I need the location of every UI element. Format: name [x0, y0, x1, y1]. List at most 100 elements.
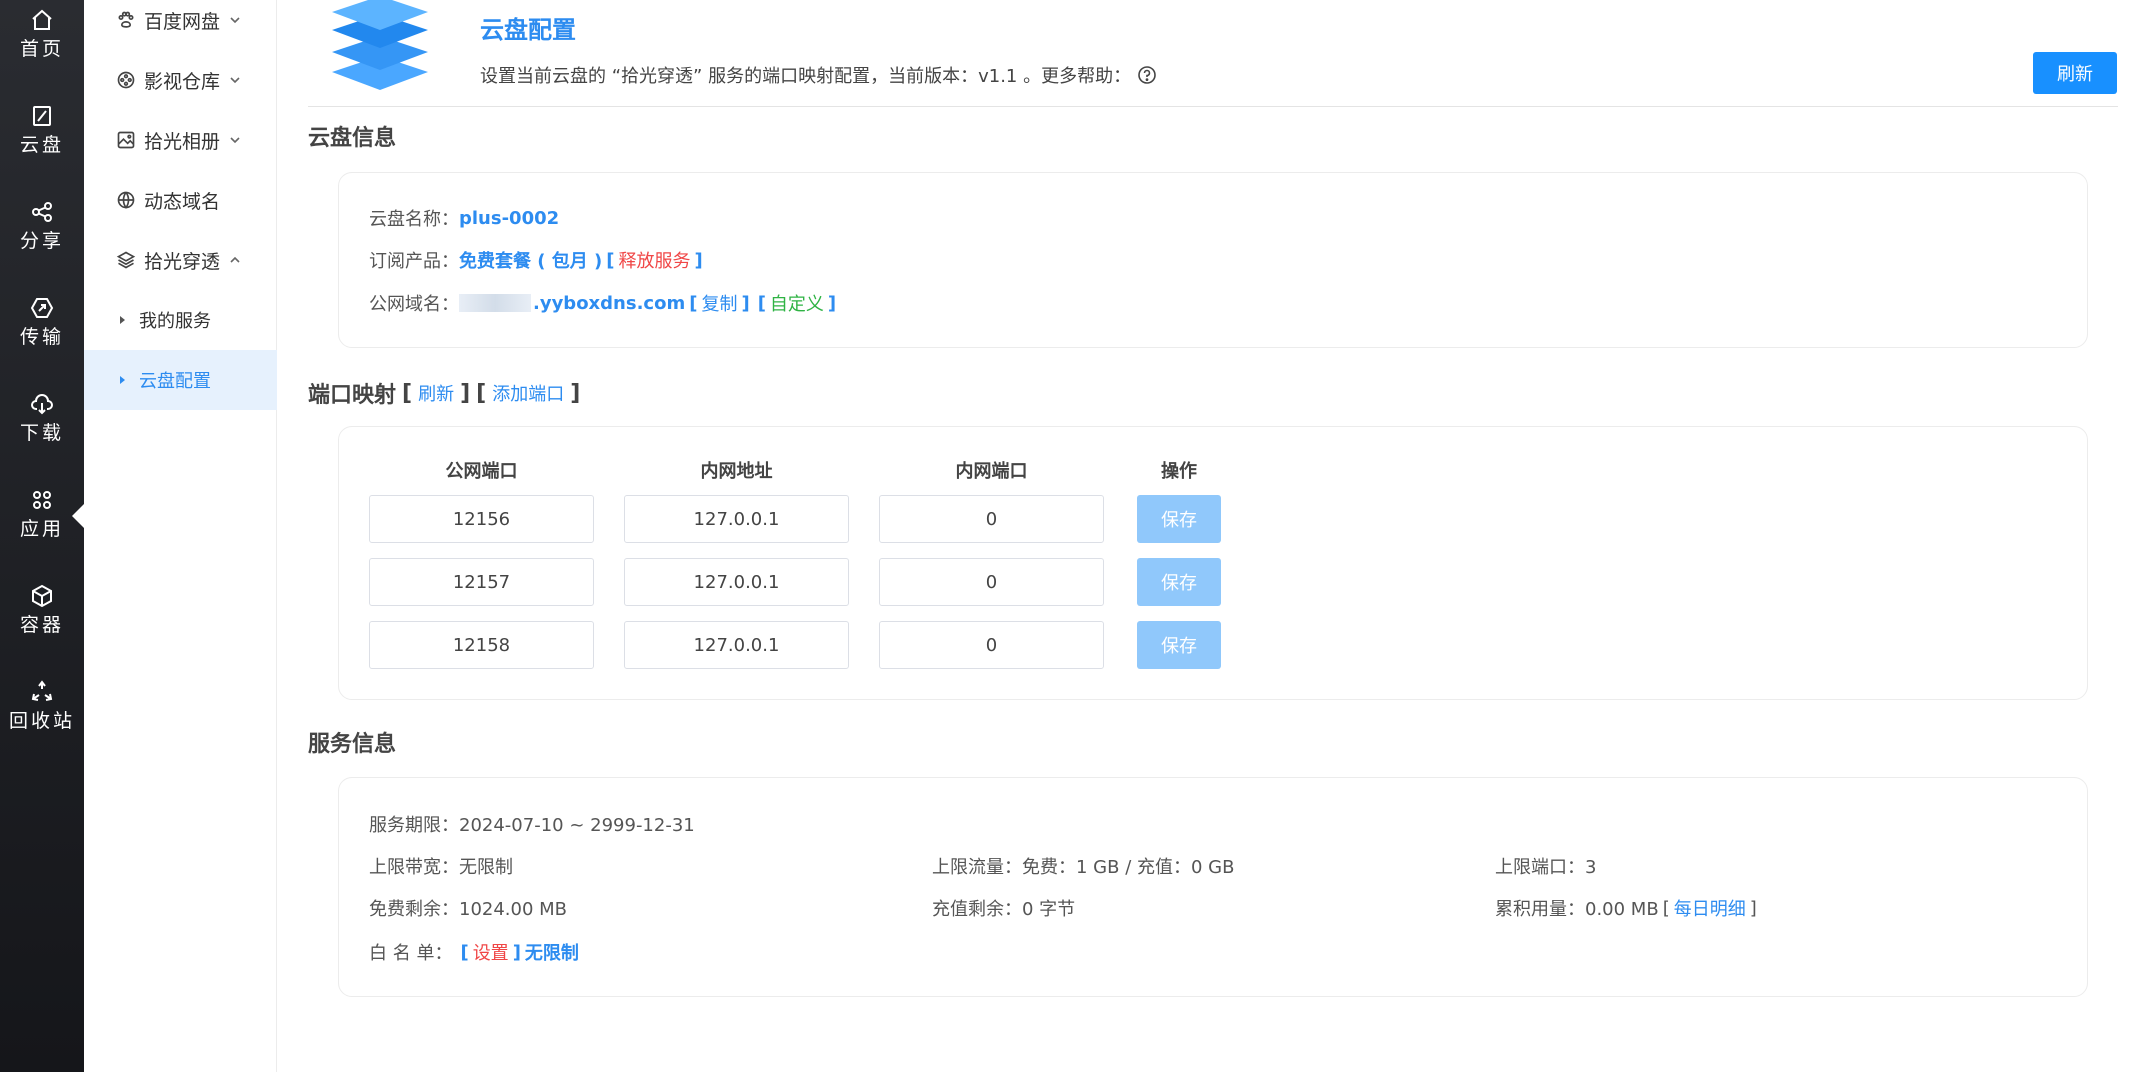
bracket-open: [	[606, 249, 615, 271]
internal-address-input[interactable]	[624, 495, 849, 543]
menu-item-ddns[interactable]: 动态域名	[84, 170, 277, 230]
release-service-link[interactable]: 释放服务	[619, 247, 691, 273]
globe-icon	[117, 191, 135, 209]
chevron-down-icon	[230, 77, 240, 84]
page-description-text: 设置当前云盘的 “拾光穿透” 服务的端口映射配置，当前版本：v1.1 。更多帮助…	[480, 66, 1132, 87]
service-info-card: 服务期限：2024-07-10 ~ 2999-12-31 上限带宽：无限制 上限…	[338, 777, 2088, 997]
submenu-item-my-services[interactable]: 我的服务	[84, 290, 277, 350]
bracket-close: ]	[1749, 897, 1757, 919]
film-reel-icon	[117, 71, 135, 89]
bracket-open: [	[689, 292, 698, 314]
app-rail: 首页 云盘 分享 传输 下载 应用 容器 回收站	[0, 0, 86, 1072]
bracket-open: [	[757, 292, 766, 314]
column-header-public-port: 公网端口	[445, 461, 518, 482]
cloud-name-value: plus-0002	[459, 207, 560, 229]
menu-item-photo-album[interactable]: 拾光相册	[84, 110, 277, 170]
submenu-item-disk-config[interactable]: 云盘配置	[84, 350, 277, 410]
layers-icon	[116, 251, 136, 269]
daily-detail-link[interactable]: 每日明细	[1674, 895, 1746, 921]
internal-address-input[interactable]	[624, 621, 849, 669]
menu-item-film-library[interactable]: 影视仓库	[84, 50, 277, 110]
custom-domain-link[interactable]: 自定义	[770, 290, 824, 316]
menu-item-baidu-netdisk[interactable]: 百度网盘	[84, 0, 277, 50]
rail-label: 分享	[19, 230, 64, 252]
column-header-internal-address: 内网地址	[700, 461, 773, 482]
submenu-item-label: 我的服务	[139, 311, 211, 332]
bracket-open: [	[476, 380, 487, 406]
product-value: 免费套餐 ( 包月 )	[459, 251, 603, 272]
bracket-close: ]	[827, 292, 837, 314]
rail-label: 传输	[19, 326, 64, 348]
internal-port-input[interactable]	[879, 558, 1104, 606]
rail-item-container[interactable]: 容器	[0, 584, 84, 654]
chevron-down-icon	[230, 137, 240, 144]
paid-remaining: 充值剩余：0 字节	[932, 899, 1076, 920]
domain-value: .yyboxdns.com	[533, 292, 686, 314]
menu-item-label: 拾光穿透	[144, 250, 221, 273]
download-icon	[31, 394, 53, 415]
paw-icon	[118, 11, 134, 28]
rail-item-cloud-disk[interactable]: 云盘	[0, 104, 84, 174]
bracket-open: [	[460, 941, 469, 963]
rail-item-download[interactable]: 下载	[0, 392, 84, 462]
product-row: 订阅产品： 免费套餐 ( 包月 ) [ 释放服务 ]	[369, 247, 707, 273]
column-header-internal-port: 内网端口	[955, 461, 1028, 482]
add-port-link[interactable]: 添加端口	[492, 380, 564, 406]
column-header-action: 操作	[1161, 461, 1197, 482]
refresh-button[interactable]: 刷新	[2033, 52, 2117, 94]
image-icon	[117, 131, 135, 149]
cloud-name-row: 云盘名称： plus-0002	[369, 205, 559, 231]
rail-label: 首页	[19, 38, 64, 60]
internal-port-input[interactable]	[879, 621, 1104, 669]
rail-item-share[interactable]: 分享	[0, 200, 84, 270]
bracket-close: ]	[512, 941, 521, 963]
whitelist-set-link[interactable]: 设置	[473, 939, 509, 965]
save-button[interactable]: 保存	[1137, 495, 1221, 543]
internal-address-input[interactable]	[624, 558, 849, 606]
chevron-down-icon	[230, 17, 240, 24]
submenu-item-label: 云盘配置	[139, 371, 211, 392]
copy-link[interactable]: 复制	[701, 290, 737, 316]
section-title-cloud-info: 云盘信息	[308, 126, 397, 151]
menu-item-label: 拾光相册	[144, 130, 221, 153]
section-title-port-mapping: 端口映射 [ 刷新 ] [ 添加端口 ]	[308, 377, 586, 409]
public-port-input[interactable]	[369, 621, 594, 669]
bandwidth-limit: 上限带宽：无限制	[369, 857, 513, 878]
cloud-name-label: 云盘名称：	[369, 209, 459, 230]
recycle-icon	[31, 680, 53, 701]
menu-item-tunnel[interactable]: 拾光穿透	[84, 230, 277, 290]
bullet-icon	[120, 376, 125, 384]
port-mapping-card: 公网端口 内网地址 内网端口 操作 保存 保存 保存	[338, 426, 2088, 700]
transfer-icon	[30, 298, 54, 318]
public-port-input[interactable]	[369, 558, 594, 606]
internal-port-input[interactable]	[879, 495, 1104, 543]
page-description: 设置当前云盘的 “拾光穿透” 服务的端口映射配置，当前版本：v1.1 。更多帮助…	[480, 62, 1157, 88]
bullet-icon	[120, 316, 125, 324]
cumulative-usage-row: 累积用量：0.00 MB [ 每日明细 ]	[1495, 895, 1757, 921]
rail-label: 回收站	[8, 710, 75, 732]
bracket-open: [	[402, 380, 413, 406]
menu-item-label: 影视仓库	[144, 70, 221, 93]
menu-item-label: 百度网盘	[144, 10, 221, 33]
rail-label: 下载	[19, 422, 64, 444]
cloud-info-card: 云盘名称： plus-0002 订阅产品： 免费套餐 ( 包月 ) [ 释放服务…	[338, 172, 2088, 348]
help-icon[interactable]	[1137, 65, 1157, 85]
free-remaining: 免费剩余：1024.00 MB	[369, 899, 568, 920]
section-title-service-info: 服务信息	[308, 732, 397, 757]
rail-item-home[interactable]: 首页	[0, 8, 84, 78]
save-button[interactable]: 保存	[1137, 558, 1221, 606]
port-refresh-link[interactable]: 刷新	[418, 380, 454, 406]
product-label: 订阅产品：	[369, 251, 459, 272]
whitelist-label: 白 名 单：	[369, 943, 453, 964]
save-button[interactable]: 保存	[1137, 621, 1221, 669]
traffic-limit: 上限流量：免费：1 GB / 充值：0 GB	[932, 857, 1235, 878]
rail-item-recycle[interactable]: 回收站	[0, 680, 84, 750]
port-limit: 上限端口：3	[1495, 857, 1597, 878]
rail-item-transfer[interactable]: 传输	[0, 296, 84, 366]
divider	[308, 106, 2118, 107]
public-port-input[interactable]	[369, 495, 594, 543]
rail-label: 云盘	[19, 134, 64, 156]
service-period: 服务期限：2024-07-10 ~ 2999-12-31	[369, 815, 695, 836]
bracket-close: ]	[741, 292, 750, 314]
bracket-open: [	[1662, 897, 1670, 919]
